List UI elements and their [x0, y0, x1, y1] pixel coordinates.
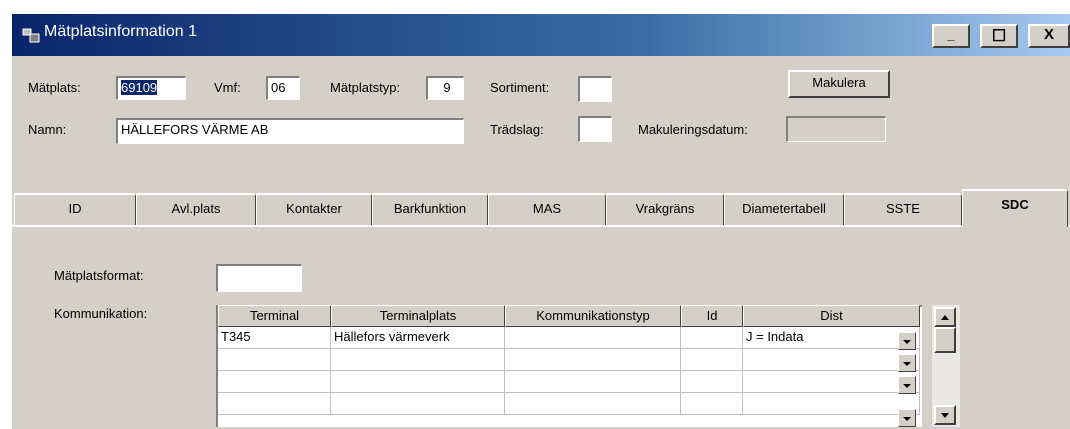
table-cell[interactable] [681, 349, 743, 371]
table-cell[interactable] [681, 393, 743, 415]
table-cell[interactable] [505, 371, 681, 393]
tab-avlplats[interactable]: Avl.plats [136, 193, 256, 225]
kommunikation-label: Kommunikation: [54, 306, 148, 321]
tab-sdc[interactable]: SDC [962, 189, 1068, 227]
tab-sste[interactable]: SSTE [844, 193, 962, 225]
close-icon: X [1043, 26, 1054, 43]
close-button[interactable]: X [1028, 24, 1070, 48]
chevron-down-icon[interactable] [898, 409, 916, 427]
column-header-kommunikationstyp[interactable]: Kommunikationstyp [505, 305, 681, 327]
chevron-down-icon[interactable] [898, 354, 916, 372]
chevron-up-icon [941, 315, 949, 320]
table-cell[interactable] [331, 393, 505, 415]
table-cell[interactable]: Hällefors värmeverk [331, 327, 505, 349]
chevron-down-icon[interactable] [898, 376, 916, 394]
chevron-down-icon [941, 413, 949, 418]
table-cell[interactable] [743, 349, 920, 371]
tab-mas[interactable]: MAS [488, 193, 606, 225]
column-header-id[interactable]: Id [681, 305, 743, 327]
column-header-dist[interactable]: Dist [743, 305, 920, 327]
table-cell[interactable]: J = Indata [743, 327, 920, 349]
matplats-input[interactable]: 69109 [116, 76, 186, 100]
table-cell[interactable] [505, 393, 681, 415]
scroll-thumb[interactable] [934, 327, 956, 353]
makuleringsdatum-input[interactable] [786, 116, 886, 142]
window-title: Mätplatsinformation 1 [44, 23, 197, 40]
matplatstyp-label: Mätplatstyp: [330, 80, 401, 95]
vmf-input[interactable]: 06 [266, 76, 300, 100]
chevron-down-icon[interactable] [898, 332, 916, 350]
tab-kontakter[interactable]: Kontakter [256, 193, 372, 225]
makulera-button[interactable]: Makulera [788, 70, 890, 98]
table-cell[interactable]: T345 [218, 327, 331, 349]
vmf-label: Vmf: [214, 80, 241, 95]
matplatsformat-input[interactable] [216, 264, 302, 292]
matplatsformat-label: Mätplatsformat: [54, 268, 144, 283]
sortiment-input[interactable] [578, 76, 612, 102]
matplats-label: Mätplats: [28, 80, 81, 95]
table-cell[interactable] [743, 393, 920, 415]
table-cell[interactable] [743, 371, 920, 393]
matplats-value: 69109 [121, 80, 158, 95]
scroll-down-button[interactable] [934, 405, 956, 425]
tab-barkfunktion[interactable]: Barkfunktion [372, 193, 488, 225]
table-cell[interactable] [218, 371, 331, 393]
table-cell[interactable] [331, 371, 505, 393]
maximize-button[interactable]: ☐ [980, 24, 1018, 48]
tab-vrakgrans[interactable]: Vrakgräns [606, 193, 724, 225]
tab-id[interactable]: ID [14, 193, 136, 225]
column-header-terminalplats[interactable]: Terminalplats [331, 305, 505, 327]
namn-input[interactable]: HÄLLEFORS VÄRME AB [116, 118, 464, 144]
maximize-icon: ☐ [991, 28, 1007, 45]
table-cell[interactable] [505, 327, 681, 349]
tradslag-input[interactable] [578, 116, 612, 142]
table-cell[interactable] [505, 349, 681, 371]
column-header-terminal[interactable]: Terminal [218, 305, 331, 327]
makuleringsdatum-label: Makuleringsdatum: [638, 122, 748, 137]
table-cell[interactable] [218, 349, 331, 371]
table-cell[interactable] [218, 393, 331, 415]
scroll-up-button[interactable] [934, 307, 956, 327]
tab-diametertabell[interactable]: Diametertabell [724, 193, 844, 225]
tradslag-label: Trädslag: [490, 122, 544, 137]
namn-label: Namn: [28, 122, 67, 137]
app-icon [22, 27, 40, 43]
minimize-icon: _ [947, 27, 955, 42]
table-cell[interactable] [681, 327, 743, 349]
minimize-button[interactable]: _ [932, 24, 970, 48]
table-cell[interactable] [681, 371, 743, 393]
table-cell[interactable] [331, 349, 505, 371]
matplatstyp-input[interactable]: 9 [426, 76, 464, 100]
sortiment-label: Sortiment: [490, 80, 550, 95]
